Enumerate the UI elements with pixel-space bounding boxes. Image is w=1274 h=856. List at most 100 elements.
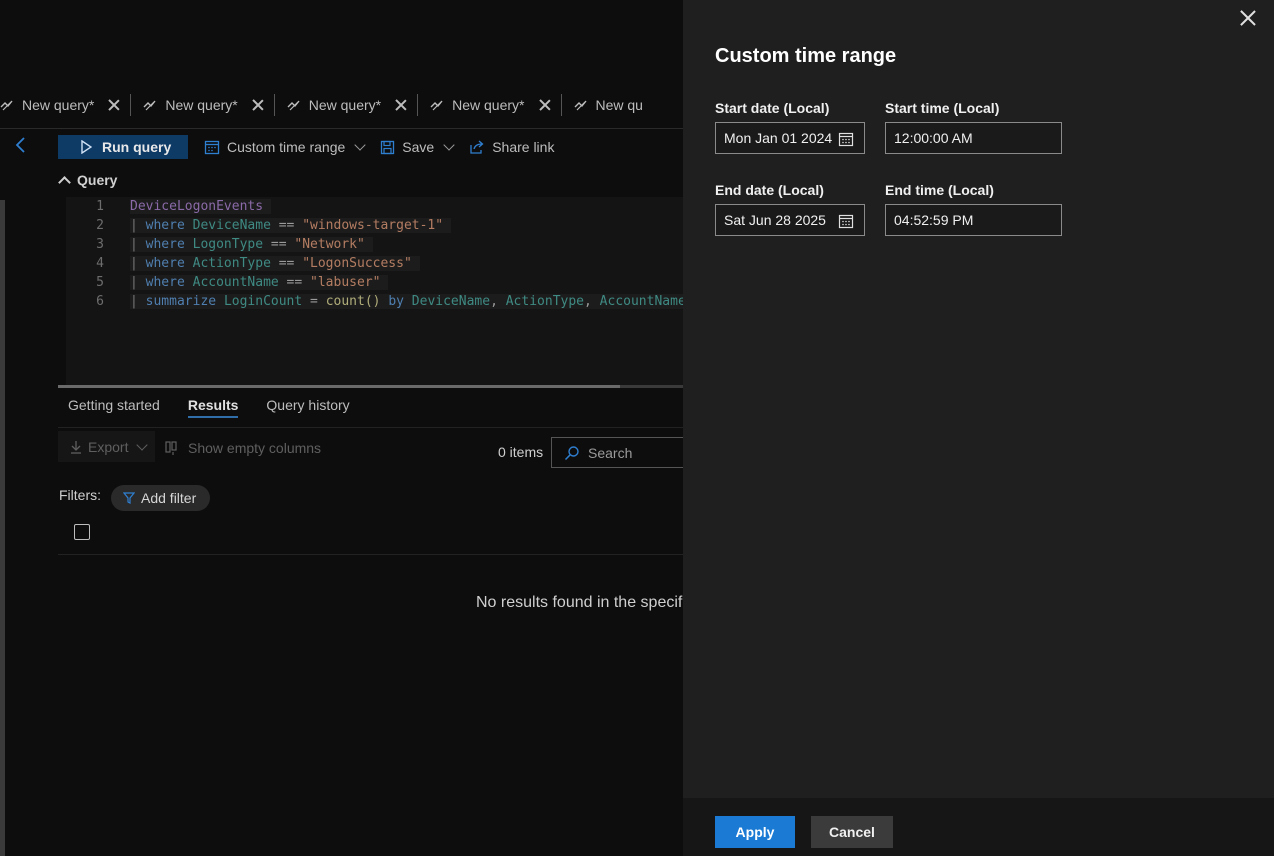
query-tab-label: New query* (22, 97, 95, 113)
start-time-field[interactable] (885, 122, 1062, 154)
panel-footer: Apply Cancel (683, 798, 1274, 856)
code-token: summarize (145, 294, 224, 309)
query-tab[interactable]: New query* (143, 92, 273, 118)
close-tab-icon[interactable] (108, 99, 120, 111)
save-label: Save (402, 139, 435, 155)
code-text: DeviceLogonEvents (130, 199, 272, 214)
query-tab-label: New query* (165, 97, 238, 113)
code-token: | (130, 294, 146, 309)
line-number: 6 (96, 294, 104, 309)
export-button[interactable]: Export (58, 431, 155, 462)
start-time-input[interactable] (894, 130, 1061, 146)
filter-icon (123, 492, 135, 504)
close-tab-icon[interactable] (395, 99, 407, 111)
code-line[interactable]: 4 | where ActionType == "LogonSuccess" (66, 254, 420, 273)
code-line[interactable]: 3 | where LogonType == "Network" (66, 235, 373, 254)
tab-results[interactable]: Results (187, 397, 238, 418)
end-date-value: Sat Jun 28 2025 (724, 212, 826, 228)
query-tab[interactable]: New qu (574, 92, 653, 118)
search-icon (564, 445, 579, 460)
share-link-button[interactable]: Share link (469, 139, 554, 155)
code-text: | summarize LoginCount = count() by Devi… (130, 294, 683, 309)
share-link-label: Share link (492, 139, 555, 155)
query-tab[interactable]: New query* (0, 92, 130, 118)
end-time-input[interactable] (894, 212, 1061, 228)
play-icon (81, 140, 92, 154)
apply-button[interactable]: Apply (715, 816, 795, 848)
start-date-field[interactable]: Mon Jan 01 2024 (715, 122, 865, 154)
query-section-title: Query (77, 172, 118, 188)
code-line[interactable]: 5 | where AccountName == "labuser" (66, 273, 389, 292)
end-date-field[interactable]: Sat Jun 28 2025 (715, 204, 865, 236)
tab-separator (417, 94, 419, 116)
code-token: | (130, 256, 146, 271)
cancel-button[interactable]: Cancel (811, 816, 893, 848)
add-filter-label: Add filter (141, 490, 197, 506)
chevron-down-icon (354, 139, 366, 151)
columns-icon (165, 441, 177, 455)
results-tabs: Getting started Results Query history (68, 397, 350, 418)
tab-separator (130, 94, 132, 116)
filters-label: Filters: (59, 487, 101, 503)
code-token: where (145, 275, 193, 290)
code-token: | (130, 218, 146, 233)
show-empty-columns-toggle[interactable]: Show empty columns (164, 440, 321, 456)
save-dropdown[interactable]: Save (380, 139, 455, 155)
code-line[interactable]: 6 | summarize LoginCount = count() by Dev… (66, 292, 683, 311)
query-editor[interactable]: 1 DeviceLogonEvents 2 | where DeviceName ==… (66, 197, 683, 385)
editor-horizontal-scrollbar[interactable] (58, 385, 683, 388)
code-token: == (278, 218, 303, 233)
results-search-input[interactable]: Search (551, 437, 683, 468)
code-text: | where AccountName == "labuser" (130, 275, 389, 290)
query-toolbar: Run query Custom time range Save Share l… (58, 135, 554, 159)
code-text: | where DeviceName == "windows-target-1" (130, 218, 452, 233)
scrollbar-thumb[interactable] (58, 385, 620, 388)
code-token: "Network" (294, 237, 365, 252)
code-token: DeviceName (411, 294, 491, 309)
calendar-icon[interactable] (838, 213, 854, 229)
line-number: 5 (96, 275, 104, 290)
items-count: 0 items (498, 444, 544, 460)
add-filter-button[interactable]: Add filter (111, 485, 211, 511)
code-token: where (145, 256, 193, 271)
select-all-checkbox[interactable] (74, 524, 90, 540)
collapse-chevron-icon[interactable] (14, 136, 28, 154)
code-token: == (278, 256, 303, 271)
query-editor-app: New query* New query* New query* New query*… (0, 0, 683, 856)
panel-title: Custom time range (715, 45, 897, 67)
code-token: LogonType (192, 237, 271, 252)
query-icon (0, 100, 13, 111)
run-query-button[interactable]: Run query (58, 135, 188, 159)
close-tab-icon[interactable] (252, 99, 264, 111)
filters-row: Filters: Add filter (59, 485, 211, 511)
tab-getting-started[interactable]: Getting started (68, 397, 160, 413)
close-tab-icon[interactable] (539, 99, 551, 111)
query-tab[interactable]: New query* (430, 92, 560, 118)
code-token: == (270, 237, 295, 252)
query-icon (574, 100, 587, 111)
left-rail (0, 200, 5, 856)
calendar-icon[interactable] (838, 131, 854, 147)
line-number: 3 (96, 237, 104, 252)
tab-query-history[interactable]: Query history (266, 397, 349, 413)
start-date-label: Start date (Local) (715, 100, 830, 116)
query-tab[interactable]: New query* (287, 92, 417, 118)
end-time-field[interactable] (885, 204, 1062, 236)
code-line[interactable]: 1 DeviceLogonEvents (66, 197, 272, 216)
chevron-down-icon (136, 438, 149, 451)
show-empty-columns-label: Show empty columns (188, 440, 322, 456)
download-icon (71, 440, 81, 454)
end-date-label: End date (Local) (715, 182, 824, 198)
query-icon (287, 100, 300, 111)
calendar-icon (204, 140, 220, 155)
time-range-dropdown[interactable]: Custom time range (204, 139, 366, 155)
close-icon[interactable] (1240, 10, 1256, 26)
chevron-down-icon (443, 139, 455, 151)
code-token: | (130, 275, 146, 290)
query-icon (143, 100, 156, 111)
query-tab-label: New qu (595, 97, 643, 113)
code-token: DeviceLogonEvents (130, 199, 264, 214)
code-line[interactable]: 2 | where DeviceName == "windows-target-1… (66, 216, 452, 235)
custom-time-range-panel: Custom time range Start date (Local) Mon… (683, 0, 1274, 856)
query-section-toggle[interactable]: Query (58, 172, 118, 189)
